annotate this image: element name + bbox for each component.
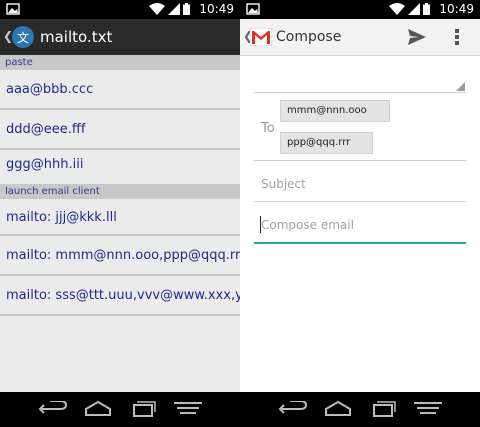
overflow-menu-icon[interactable] [454, 28, 460, 46]
action-bar: ❮ Compose [240, 19, 480, 56]
status-time: 10:49 [439, 2, 474, 16]
navigation-bar [0, 392, 240, 427]
recent-apps-icon[interactable] [130, 401, 156, 417]
wifi-icon [149, 3, 165, 15]
battery-icon [183, 3, 190, 15]
status-bar: 10:49 [240, 0, 480, 19]
list-item[interactable]: mailto: mmm@nnn.ooo,ppp@qqq.rrr [0, 236, 240, 276]
notification-image-icon [6, 3, 20, 15]
page-title: mailto.txt [40, 28, 113, 46]
section-header-paste: paste [0, 55, 240, 70]
recent-apps-icon[interactable] [370, 401, 396, 417]
navigation-bar [240, 392, 480, 427]
list-item[interactable]: aaa@bbb.ccc [0, 70, 240, 110]
menu-icon[interactable] [414, 401, 442, 415]
send-icon[interactable] [408, 29, 426, 45]
list-item[interactable]: mailto: jjj@kkk.lll [0, 199, 240, 236]
signal-icon [408, 3, 420, 15]
wifi-icon [389, 3, 405, 15]
back-icon[interactable] [278, 401, 308, 417]
dropdown-triangle-icon[interactable] [456, 82, 465, 91]
gmail-logo-icon[interactable] [250, 28, 272, 46]
signal-icon [168, 3, 180, 15]
recipient-chip[interactable]: ppp@qqq.rrr [280, 132, 373, 154]
app-icon[interactable]: 文 [12, 26, 34, 48]
subject-field[interactable]: Subject [261, 177, 306, 191]
from-field[interactable] [254, 92, 466, 93]
page-title: Compose [276, 29, 342, 45]
action-bar: ❮ 文 mailto.txt [0, 19, 240, 55]
section-header-launch: launch email client [0, 184, 240, 199]
notification-image-icon [246, 3, 260, 15]
to-label: To [261, 121, 275, 136]
to-field-underline [254, 160, 466, 161]
status-bar: 10:49 [0, 0, 240, 19]
battery-icon [423, 3, 430, 15]
right-screen: 10:49 ❮ Compose To mmm@nnn.ooo ppp@qqq.r… [240, 0, 480, 427]
compose-field-underline [254, 242, 466, 244]
compose-body-field[interactable]: Compose email [261, 218, 354, 232]
list-item[interactable]: ddd@eee.fff [0, 110, 240, 150]
home-icon[interactable] [324, 401, 352, 417]
home-icon[interactable] [84, 401, 112, 417]
recipient-chip[interactable]: mmm@nnn.ooo [280, 100, 390, 122]
menu-icon[interactable] [174, 401, 202, 415]
left-screen: 10:49 ❮ 文 mailto.txt paste aaa@bbb.ccc d… [0, 0, 240, 427]
subject-field-underline [254, 201, 466, 202]
list-item[interactable]: mailto: sss@ttt.uuu,vvv@www.xxx,y... [0, 276, 240, 316]
status-time: 10:49 [199, 2, 234, 16]
back-icon[interactable] [38, 401, 68, 417]
list-item[interactable]: ggg@hhh.iii [0, 150, 240, 184]
